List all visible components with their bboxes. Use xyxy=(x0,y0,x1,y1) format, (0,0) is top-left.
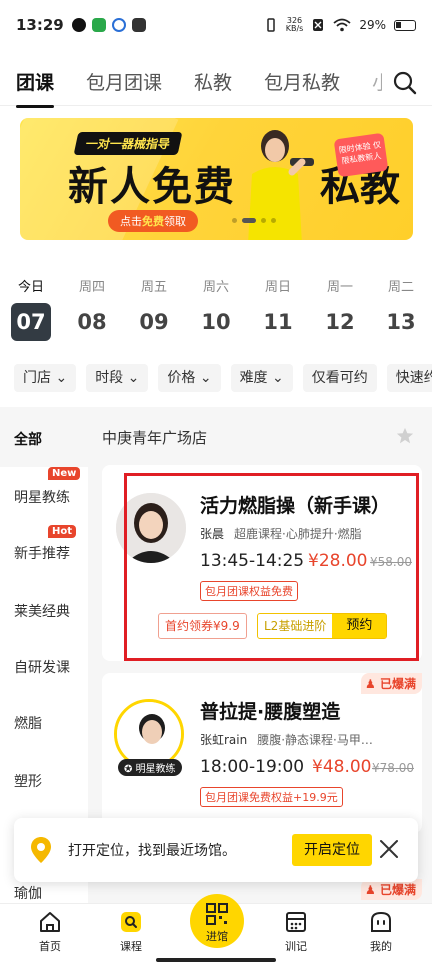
day-item[interactable]: 周四 08 xyxy=(72,276,112,341)
filter-available-only[interactable]: 仅看可约 xyxy=(302,364,377,392)
course-price: ¥48.00 xyxy=(312,757,372,777)
course-original-price: ¥78.00 xyxy=(372,761,414,775)
tab-more[interactable]: 小 xyxy=(372,68,382,95)
app-icon xyxy=(71,18,86,32)
nav-training-log[interactable]: 训记 xyxy=(266,910,326,954)
battery-icon xyxy=(394,19,416,31)
category-tabs: 团课 包月团课 私教 包月私教 小 xyxy=(0,58,432,108)
banner-cta[interactable]: 点击免费领取 xyxy=(108,210,198,232)
gesture-bar xyxy=(156,958,276,962)
calendar-icon xyxy=(286,912,306,932)
course-coach: 张虹rain 腰腹·静态课程·马甲… xyxy=(200,733,373,747)
day-item[interactable]: 周五 09 xyxy=(134,276,174,341)
course-original-price: ¥58.00 xyxy=(370,555,412,569)
course-level: L2基础进阶 xyxy=(264,619,327,633)
notification-icons xyxy=(71,18,146,32)
course-title: 普拉提·腰腹塑造 xyxy=(200,701,341,723)
banner-badge: 限时体验 仅限私教新人 xyxy=(333,132,389,178)
location-toast: 打开定位，找到最近场馆。 开启定位 xyxy=(14,818,418,882)
sidebar-item-all[interactable]: 全部 xyxy=(0,429,88,449)
course-time: 18:00-19:00 xyxy=(200,757,305,777)
date-selector: 今日 07 周四 08 周五 09 周六 10 周日 11 周一 12 周二 13 xyxy=(0,276,432,346)
promo-banner[interactable]: 一对一器械指导 新人免费 私教 限时体验 仅限私教新人 点击免费领取 xyxy=(20,118,413,240)
tab-private[interactable]: 私教 xyxy=(194,68,232,95)
battery-percent: 29% xyxy=(359,18,386,32)
sidebar-item-yoga[interactable]: 瑜伽 xyxy=(0,883,88,903)
net-speed-unit: KB/s xyxy=(285,24,304,33)
sidebar-item-beginner[interactable]: 新手推荐 xyxy=(0,543,88,563)
filter-difficulty[interactable]: 难度 ⌄ xyxy=(230,364,293,392)
star-coach-badge: ✪ 明星教练 xyxy=(118,759,182,776)
store-name: 中庚青年广场店 xyxy=(102,429,208,447)
course-card[interactable]: 活力燃脂操（新手课） 张晨 超鹿课程·心肺提升·燃脂 13:45-14:25 ¥2… xyxy=(102,465,422,661)
app-icon xyxy=(111,18,126,32)
banner-tag: 一对一器械指导 xyxy=(73,132,183,155)
course-perk: 包月团课免费权益+19.9元 xyxy=(200,787,343,807)
filter-bar: 门店 ⌄ 时段 ⌄ 价格 ⌄ 难度 ⌄ 仅看可约 快速约 xyxy=(14,364,432,392)
course-card[interactable]: ♟ 已爆满 ✪ 明星教练 普拉提·腰腹塑造 张虹rain 腰腹·静态课程·马甲… … xyxy=(102,673,422,833)
filter-store[interactable]: 门店 ⌄ xyxy=(14,364,77,392)
full-badge: ♟ 已爆满 xyxy=(361,673,422,694)
day-today[interactable]: 今日 07 xyxy=(11,276,51,341)
vibrate-icon xyxy=(266,18,275,32)
day-item[interactable]: 周二 13 xyxy=(381,276,421,341)
location-pin-icon xyxy=(31,837,51,863)
qr-code-icon xyxy=(206,903,228,925)
tab-monthly-private[interactable]: 包月私教 xyxy=(264,68,340,95)
nav-courses[interactable]: 课程 xyxy=(101,910,161,954)
sidebar-item-star-coach[interactable]: 明星教练 xyxy=(0,487,88,507)
no-sim-icon xyxy=(313,19,324,31)
sidebar-item-lesmills[interactable]: 莱美经典 xyxy=(0,601,88,621)
app-icon xyxy=(131,18,146,32)
course-title: 活力燃脂操（新手课） xyxy=(200,495,391,517)
status-time: 13:29 xyxy=(16,16,64,34)
toast-message: 打开定位，找到最近场馆。 xyxy=(68,843,236,859)
carousel-dots xyxy=(232,218,276,223)
filter-quick-book[interactable]: 快速约 xyxy=(386,364,432,392)
nav-home[interactable]: 首页 xyxy=(20,910,80,954)
sidebar-item-fat-burn[interactable]: 燃脂 xyxy=(0,713,88,733)
bottom-nav: 首页 课程 进馆 训记 我的 xyxy=(0,894,432,964)
level-and-book: L2基础进阶 预约 xyxy=(257,613,388,639)
course-time: 13:45-14:25 xyxy=(200,551,305,571)
day-item[interactable]: 周六 10 xyxy=(196,276,236,341)
nav-checkin[interactable]: 进馆 xyxy=(190,894,244,948)
course-coach: 张晨 超鹿课程·心肺提升·燃脂 xyxy=(200,527,362,541)
sidebar-item-shaping[interactable]: 塑形 xyxy=(0,771,88,791)
course-price: ¥28.00 xyxy=(308,551,368,571)
sidebar-item-original[interactable]: 自研发课 xyxy=(0,657,88,677)
search-icon[interactable] xyxy=(392,70,418,96)
course-search-icon xyxy=(121,912,141,932)
favorite-star-icon[interactable] xyxy=(396,427,414,445)
tab-monthly-group[interactable]: 包月团课 xyxy=(86,68,162,95)
filter-time[interactable]: 时段 ⌄ xyxy=(86,364,149,392)
book-button[interactable]: 预约 xyxy=(332,614,387,638)
new-badge: New xyxy=(48,467,81,480)
app-icon xyxy=(91,18,106,32)
full-badge: ♟ 已爆满 xyxy=(361,879,422,900)
nav-profile[interactable]: 我的 xyxy=(351,910,411,954)
profile-icon xyxy=(371,911,391,932)
enable-location-button[interactable]: 开启定位 xyxy=(292,834,372,866)
course-perk: 包月团课权益免费 xyxy=(200,581,298,601)
wifi-icon xyxy=(333,18,351,32)
status-bar: 13:29 326 KB/s 29% xyxy=(0,0,432,50)
tab-group-class[interactable]: 团课 xyxy=(16,68,55,108)
close-icon[interactable] xyxy=(378,838,400,860)
home-icon xyxy=(40,912,60,932)
coach-avatar xyxy=(116,493,186,563)
hot-badge: Hot xyxy=(48,525,77,538)
day-item[interactable]: 周日 11 xyxy=(258,276,298,341)
day-item[interactable]: 周一 12 xyxy=(320,276,360,341)
coupon-button[interactable]: 首约领券¥9.9 xyxy=(158,613,247,639)
banner-headline: 新人免费 xyxy=(68,164,236,210)
filter-price[interactable]: 价格 ⌄ xyxy=(158,364,221,392)
